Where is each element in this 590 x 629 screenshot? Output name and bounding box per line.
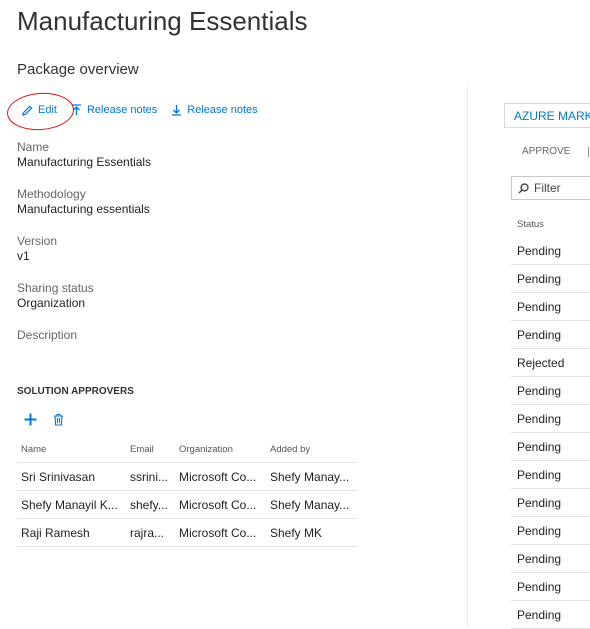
approver-name: Raji Ramesh xyxy=(17,518,126,547)
column-header-organization[interactable]: Organization xyxy=(175,436,266,463)
page-title: Manufacturing Essentials xyxy=(17,6,308,36)
property-methodology-label: Methodology xyxy=(17,187,86,201)
panel-divider xyxy=(467,86,468,627)
status-cell[interactable]: Pending xyxy=(511,545,590,573)
approver-organization: Microsoft Co... xyxy=(175,490,266,519)
approver-email: rajra... xyxy=(126,518,175,547)
approver-email: shefy... xyxy=(126,490,175,519)
status-cell[interactable]: Pending xyxy=(511,293,590,321)
property-version-label: Version xyxy=(17,234,58,248)
status-cell[interactable]: Pending xyxy=(511,573,590,601)
delete-approver-button[interactable] xyxy=(53,413,64,426)
status-cell[interactable]: Pending xyxy=(511,237,590,265)
property-sharing-label: Sharing status xyxy=(17,281,94,295)
column-header-email[interactable]: Email xyxy=(126,436,175,463)
property-description: Description xyxy=(17,328,447,375)
approver-organization: Microsoft Co... xyxy=(175,518,266,547)
status-cell[interactable]: Rejected xyxy=(511,349,590,377)
property-methodology-value: Manufacturing essentials xyxy=(17,202,150,216)
next-command-edge xyxy=(588,147,589,157)
column-header-name[interactable]: Name xyxy=(17,436,126,463)
property-version-value: v1 xyxy=(17,249,30,263)
search-icon xyxy=(518,182,529,193)
approver-email: ssrini... xyxy=(126,462,175,491)
approver-organization: Microsoft Co... xyxy=(175,462,266,491)
download-release-notes-button[interactable]: Release notes xyxy=(171,104,258,116)
download-arrow-icon xyxy=(172,105,182,116)
approver-added-by: Shefy Manay... xyxy=(266,490,357,519)
approver-added-by: Shefy MK xyxy=(266,518,357,547)
trash-icon xyxy=(54,413,63,426)
approvers-table: Name Email Organization Added by Sri Sri… xyxy=(17,436,357,547)
table-row[interactable]: Shefy Manayil K... shefy... Microsoft Co… xyxy=(17,490,357,519)
upload-release-notes-label: Release notes xyxy=(86,104,158,116)
status-list: Pending Pending Pending Pending Rejected… xyxy=(511,237,590,629)
add-approver-button[interactable] xyxy=(24,413,37,426)
package-properties: Name Manufacturing Essentials Methodolog… xyxy=(17,140,447,375)
filter-box[interactable] xyxy=(511,176,590,200)
download-release-notes-label: Release notes xyxy=(187,104,258,116)
approver-name: Sri Srinivasan xyxy=(17,462,126,491)
property-description-label: Description xyxy=(17,328,78,342)
property-name: Name Manufacturing Essentials xyxy=(17,140,447,187)
table-row[interactable]: Raji Ramesh rajra... Microsoft Co... She… xyxy=(17,518,357,547)
status-cell[interactable]: Pending xyxy=(511,433,590,461)
tab-azure-marketplace[interactable]: AZURE MARK xyxy=(504,103,590,128)
property-sharing-status: Sharing status Organization xyxy=(17,281,447,328)
approvers-actions xyxy=(24,413,80,426)
upload-release-notes-button[interactable]: Release notes xyxy=(71,104,157,116)
status-cell[interactable]: Pending xyxy=(511,601,590,629)
status-cell[interactable]: Pending xyxy=(511,265,590,293)
property-name-label: Name xyxy=(17,140,50,154)
solution-approvers-heading: SOLUTION APPROVERS xyxy=(17,386,134,397)
approve-button[interactable]: APPROVE xyxy=(522,146,570,157)
red-circle-annotation xyxy=(5,90,76,133)
table-row[interactable]: Sri Srinivasan ssrini... Microsoft Co...… xyxy=(17,462,357,491)
filter-input[interactable] xyxy=(534,181,590,195)
status-cell[interactable]: Pending xyxy=(511,461,590,489)
approver-added-by: Shefy Manay... xyxy=(266,462,357,491)
property-methodology: Methodology Manufacturing essentials xyxy=(17,187,447,234)
column-header-added-by[interactable]: Added by xyxy=(266,436,357,463)
status-cell[interactable]: Pending xyxy=(511,517,590,545)
status-column-header[interactable]: Status xyxy=(517,219,544,230)
status-cell[interactable]: Pending xyxy=(511,489,590,517)
page-subtitle: Package overview xyxy=(17,61,139,78)
status-cell[interactable]: Pending xyxy=(511,321,590,349)
approver-name: Shefy Manayil K... xyxy=(17,490,126,519)
status-cell[interactable]: Pending xyxy=(511,377,590,405)
plus-icon xyxy=(24,413,37,426)
property-version: Version v1 xyxy=(17,234,447,281)
approvers-header-row: Name Email Organization Added by xyxy=(17,436,357,463)
status-cell[interactable]: Pending xyxy=(511,405,590,433)
property-sharing-value: Organization xyxy=(17,296,86,310)
property-name-value: Manufacturing Essentials xyxy=(17,155,152,169)
